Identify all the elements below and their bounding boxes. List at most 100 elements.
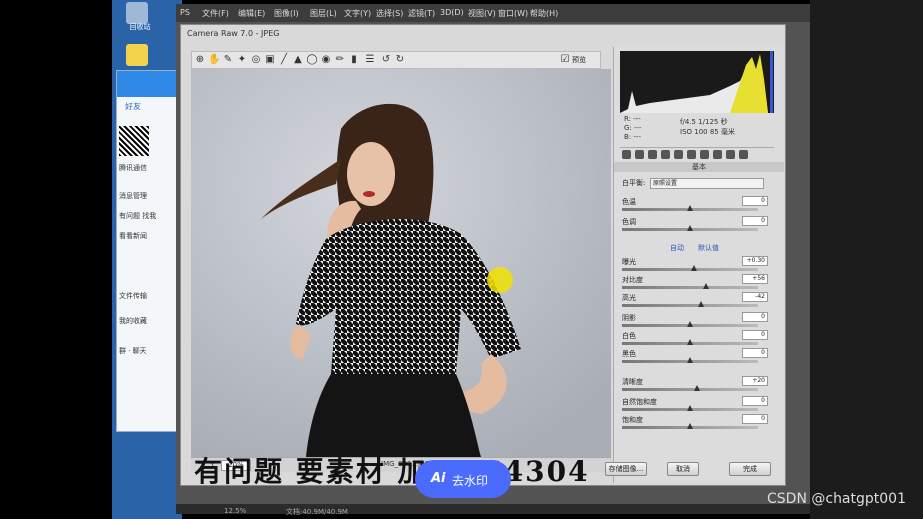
tab-friends[interactable]: 好友 [125,101,141,112]
menu-window[interactable]: 窗口(W) [498,8,528,19]
slider-handle[interactable] [687,339,693,345]
menu-type[interactable]: 文字(Y) [344,8,371,19]
readout-r: R: --- [624,115,641,123]
qr-code-image [119,126,149,156]
slider-handle[interactable] [687,205,693,211]
preview-checkbox[interactable]: ☑ [560,54,570,66]
menu-image[interactable]: 图像(I) [274,8,299,19]
adjustment-value-field[interactable]: 0 [742,396,768,406]
slider-handle[interactable] [687,423,693,429]
adjustment-value-field[interactable]: 0 [742,196,768,206]
tab-camera-calibration[interactable] [713,150,722,159]
adjustment-value-field[interactable]: 0 [742,216,768,226]
adjustment-value-field[interactable]: 0 [742,348,768,358]
adjustment-slider[interactable] [622,423,758,429]
tab-split-toning[interactable] [674,150,683,159]
preferences-icon[interactable]: ☰ [364,54,376,66]
cancel-button[interactable]: 取消 [667,462,699,476]
crop-tool-icon[interactable]: ▣ [264,54,276,66]
tab-snapshots[interactable] [739,150,748,159]
save-image-button[interactable]: 存储图像... [605,462,647,476]
graduated-filter-icon[interactable]: ▮ [348,54,360,66]
zoom-tool-icon[interactable]: ⊕ [194,54,206,66]
adjustment-slider[interactable] [622,339,758,345]
adjustment-value-field[interactable]: -42 [742,292,768,302]
slider-handle[interactable] [687,405,693,411]
adjustment-slider[interactable] [622,321,758,327]
spot-removal-icon[interactable]: ◯ [306,54,318,66]
menu-help[interactable]: 帮助(H) [530,8,558,19]
slider-handle[interactable] [697,301,704,307]
histogram [620,51,774,113]
status-strip: 12.5% 文档:40.9M/40.9M [176,504,810,516]
list-item[interactable]: 有问题 找我 [119,211,179,219]
rotate-right-icon[interactable]: ↻ [394,54,406,66]
menu-filter[interactable]: 滤镜(T) [408,8,435,19]
tab-effects[interactable] [700,150,709,159]
color-sampler-icon[interactable]: ✦ [236,54,248,66]
menu-3d[interactable]: 3D(D) [440,8,464,17]
list-item[interactable]: 我的收藏 [119,316,179,324]
list-item[interactable]: 文件传输 [119,291,179,299]
adjustment-slider[interactable] [622,265,758,271]
adjustment-slider[interactable] [622,283,758,289]
list-item[interactable]: 腾讯通信 [119,163,179,171]
menu-file[interactable]: 文件(F) [202,8,229,19]
adjustment-label: 白色 [622,332,636,340]
tab-tone-curve[interactable] [635,150,644,159]
menu-edit[interactable]: 编辑(E) [238,8,265,19]
list-item[interactable]: 群 · 聊天 [119,346,179,354]
adjustment-value-field[interactable]: +20 [742,376,768,386]
menu-bar: PS 文件(F) 编辑(E) 图像(I) 图层(L) 文字(Y) 选择(S) 滤… [176,4,810,22]
menu-select[interactable]: 选择(S) [376,8,403,19]
adjustment-slider[interactable] [622,301,758,307]
remove-watermark-button[interactable]: Ai 去水印 [415,460,511,498]
default-link[interactable]: 默认值 [698,243,719,253]
slider-handle[interactable] [703,283,710,289]
rotate-left-icon[interactable]: ↺ [380,54,392,66]
adjustment-brush-icon[interactable]: ✏ [334,54,346,66]
hand-tool-icon[interactable]: ✋ [208,54,220,66]
slider-handle[interactable] [687,357,693,363]
white-balance-select[interactable]: 原照设置 [650,178,764,189]
adjustment-label: 对比度 [622,276,643,284]
tab-detail[interactable] [648,150,657,159]
slider-handle[interactable] [691,265,698,271]
target-adjust-icon[interactable]: ◎ [250,54,262,66]
adjustment-slider[interactable] [622,225,758,231]
adjustment-value-field[interactable]: +56 [742,274,768,284]
adjustment-value-field[interactable]: 0 [742,414,768,424]
image-preview[interactable] [191,69,611,457]
tab-presets[interactable] [726,150,735,159]
slider-handle[interactable] [693,385,700,391]
slider-handle[interactable] [687,321,693,327]
adjustment-value-field[interactable]: 0 [742,312,768,322]
adjustment-value-field[interactable]: 0 [742,330,768,340]
status-doc-size: 文档:40.9M/40.9M [286,508,348,516]
tab-basic[interactable] [622,150,631,159]
adjustment-slider[interactable] [622,357,758,363]
rgb-readout: R: --- G: --- B: --- f/4.5 1/125 秒 ISO 1… [620,115,774,145]
tab-hsl[interactable] [661,150,670,159]
white-balance-tool-icon[interactable]: ✎ [222,54,234,66]
chat-side-panel: 好友 腾讯通信 消息管理 有问题 找我 看看新闻 文件传输 我的收藏 群 · 聊… [116,70,182,432]
red-eye-icon[interactable]: ◉ [320,54,332,66]
list-item[interactable]: 看看新闻 [119,231,179,239]
list-item[interactable]: 消息管理 [119,191,179,199]
transform-tool-icon[interactable]: ▲ [292,54,304,66]
slider-handle[interactable] [687,225,693,231]
menu-view[interactable]: 视图(V) [468,8,496,19]
adjustment-value-field[interactable]: +0.30 [742,256,768,266]
adjustment-slider[interactable] [622,385,758,391]
done-button[interactable]: 完成 [729,462,771,476]
adjustment-slider[interactable] [622,405,758,411]
app-shortcut-icon[interactable] [126,44,148,66]
menu-logo: PS [180,8,190,17]
straighten-tool-icon[interactable]: ╱ [278,54,290,66]
adjustment-slider[interactable] [622,205,758,211]
recycle-bin-icon[interactable] [126,2,148,24]
tab-lens[interactable] [687,150,696,159]
menu-layer[interactable]: 图层(L) [310,8,337,19]
adjustment-label: 高光 [622,294,636,302]
auto-link[interactable]: 自动 [670,243,684,253]
